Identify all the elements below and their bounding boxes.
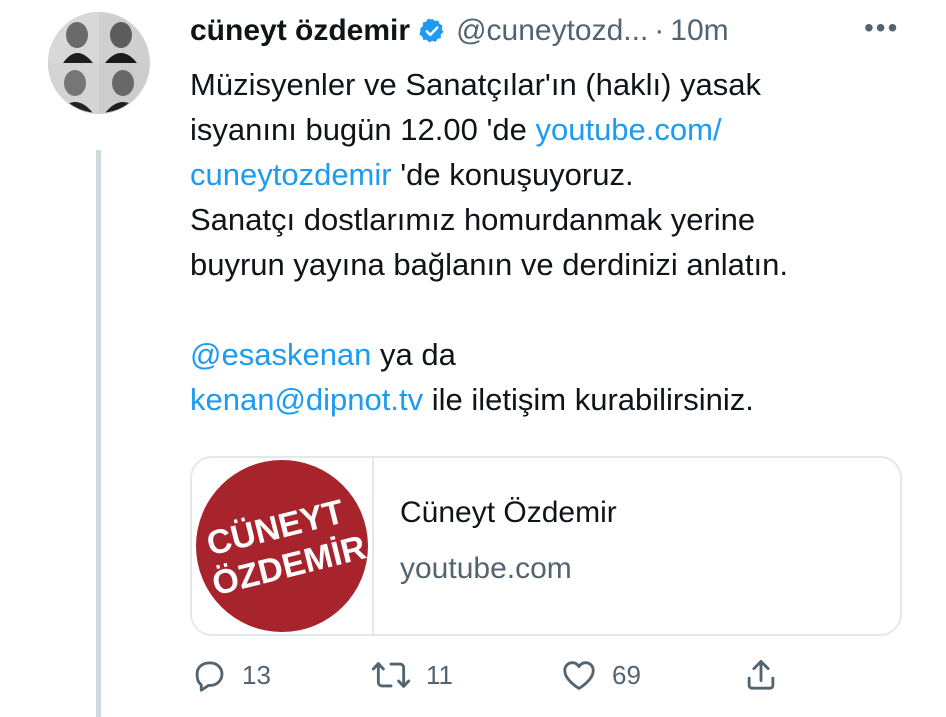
channel-logo: CÜNEYT ÖZDEMİR	[196, 460, 370, 632]
tweet-text-line: kenan@dipnot.tv ile iletişim kurabilirsi…	[190, 377, 930, 422]
verified-badge-icon	[418, 17, 446, 45]
more-options-icon[interactable]: •••	[864, 12, 899, 44]
tweet-text-line: Sanatçı dostlarımız homurdanmak yerine	[190, 202, 756, 237]
avatar-photo-4	[99, 63, 149, 113]
tweet-text-line: buyrun yayına bağlanın ve derdinizi anla…	[190, 247, 789, 282]
header-separator: ·	[654, 14, 665, 47]
tweet-text: Müzisyenler ve Sanatçılar'ın (haklı) yas…	[190, 62, 930, 422]
share-button[interactable]	[742, 656, 780, 694]
mention-link[interactable]: @esaskenan	[190, 337, 371, 372]
heart-icon	[560, 656, 598, 694]
retweet-count: 11	[426, 659, 453, 690]
link-preview-card[interactable]: CÜNEYT ÖZDEMİR Cüneyt Özdemir youtube.co…	[190, 456, 902, 636]
author-handle[interactable]: @cuneytozd...	[456, 14, 648, 48]
reply-count: 13	[242, 659, 271, 690]
share-icon	[742, 656, 780, 694]
tweet-timestamp[interactable]: 10m	[670, 14, 728, 48]
avatar-photo-1	[49, 13, 99, 63]
retweet-icon	[370, 656, 412, 694]
reply-icon	[190, 656, 228, 694]
retweet-button[interactable]: 11	[370, 656, 453, 694]
avatar-photo-3	[49, 63, 99, 113]
card-title: Cüneyt Özdemir	[400, 496, 617, 529]
email-link[interactable]: kenan@dipnot.tv	[190, 382, 423, 417]
avatar-photo-2	[99, 13, 149, 63]
avatar[interactable]	[48, 12, 150, 114]
text-segment: ya da	[371, 337, 456, 372]
author-name[interactable]: cüneyt özdemir	[190, 14, 410, 48]
youtube-link-part1[interactable]: youtube.com/	[535, 112, 721, 147]
text-segment: 'de konuşuyoruz.	[391, 157, 634, 192]
text-segment: ile iletişim kurabilirsiniz.	[423, 382, 754, 417]
like-count: 69	[612, 659, 641, 690]
like-button[interactable]: 69	[560, 656, 641, 694]
tweet-header: cüneyt özdemir @cuneytozd... · 10m	[190, 14, 729, 48]
thread-line	[96, 150, 101, 717]
tweet-text-line: cuneytozdemir 'de konuşuyoruz.	[190, 152, 930, 197]
youtube-link-part2[interactable]: cuneytozdemir	[190, 157, 392, 192]
tweet-text-line: Müzisyenler ve Sanatçılar'ın (haklı) yas…	[190, 67, 762, 102]
tweet-actions: 13 11 69	[190, 656, 790, 700]
text-segment: isyanını bugün 12.00 'de	[190, 112, 536, 147]
tweet-text-line: isyanını bugün 12.00 'de youtube.com/	[190, 107, 930, 152]
tweet-text-line: @esaskenan ya da	[190, 332, 930, 377]
card-thumbnail: CÜNEYT ÖZDEMİR	[192, 458, 374, 634]
card-domain: youtube.com	[400, 552, 572, 585]
reply-button[interactable]: 13	[190, 656, 271, 694]
